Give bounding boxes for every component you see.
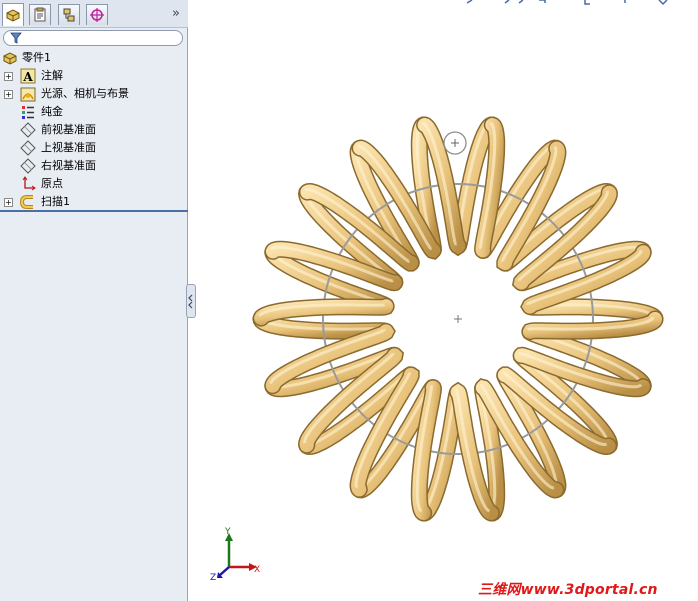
lights-cameras-icon (20, 87, 36, 102)
crosshair-icon (90, 8, 104, 22)
expand-toggle[interactable]: + (4, 198, 13, 207)
tree-root-part[interactable]: 零件1 (0, 49, 188, 67)
selection-point-cross (451, 139, 459, 147)
expand-toggle[interactable]: + (4, 90, 13, 99)
feature-manager-panel: » 零件1 + A 注解 + 光源、相机与布景 纯金 前视基准面 上视基准面 右… (0, 0, 188, 601)
expand-tabs-button[interactable]: » (172, 6, 180, 21)
origin-icon (22, 176, 36, 191)
property-manager-tab[interactable] (29, 4, 51, 25)
feature-tree: 零件1 + A 注解 + 光源、相机与布景 纯金 前视基准面 上视基准面 右视基… (0, 49, 188, 211)
tree-item-lights-cameras[interactable]: + 光源、相机与布景 (0, 85, 188, 103)
tree-item-label: 扫描1 (41, 195, 70, 208)
tree-root-label: 零件1 (22, 51, 51, 64)
tree-item-material[interactable]: 纯金 (0, 103, 188, 121)
tree-item-annotations[interactable]: + A 注解 (0, 67, 188, 85)
tree-item-label: 右视基准面 (41, 159, 96, 172)
tree-item-label: 纯金 (41, 105, 63, 118)
tree-divider (0, 210, 188, 212)
annotation-icon: A (20, 68, 36, 84)
tree-item-top-plane[interactable]: 上视基准面 (0, 139, 188, 157)
panel-tab-bar: » (0, 0, 188, 28)
svg-text:A: A (22, 70, 33, 84)
tree-item-label: 上视基准面 (41, 141, 96, 154)
expand-toggle[interactable]: + (4, 72, 13, 81)
origin-marker (454, 315, 462, 323)
tree-item-label: 注解 (41, 69, 63, 82)
material-icon (22, 106, 34, 119)
tree-item-right-plane[interactable]: 右视基准面 (0, 157, 188, 175)
triad-x-label: X (254, 565, 260, 575)
configuration-icon (63, 8, 75, 22)
part-icon (3, 52, 17, 65)
model-view: Y X Z (210, 116, 664, 583)
part-icon (6, 9, 20, 22)
tree-item-front-plane[interactable]: 前视基准面 (0, 121, 188, 139)
tree-item-label: 光源、相机与布景 (41, 87, 129, 100)
property-icon (34, 7, 46, 22)
plane-icon (20, 158, 36, 174)
view-triad: Y X Z (210, 527, 260, 583)
tree-item-label: 前视基准面 (41, 123, 96, 136)
graphics-area[interactable]: Y X Z (189, 0, 698, 601)
filter-field[interactable] (3, 30, 183, 46)
sweep-feature-icon (20, 195, 33, 209)
configuration-manager-tab[interactable] (58, 4, 80, 25)
plane-icon (20, 122, 36, 138)
triad-z-label: Z (210, 573, 216, 583)
tree-item-sweep[interactable]: + 扫描1 (0, 193, 188, 211)
filter-icon (10, 32, 22, 44)
plane-icon (20, 140, 36, 156)
dimxpert-manager-tab[interactable] (86, 4, 108, 25)
watermark: 三维网www.3dportal.cn (478, 582, 658, 598)
tree-item-label: 原点 (41, 177, 63, 190)
tree-item-origin[interactable]: 原点 (0, 175, 188, 193)
feature-manager-tab[interactable] (2, 3, 24, 26)
triad-y-label: Y (224, 527, 231, 537)
